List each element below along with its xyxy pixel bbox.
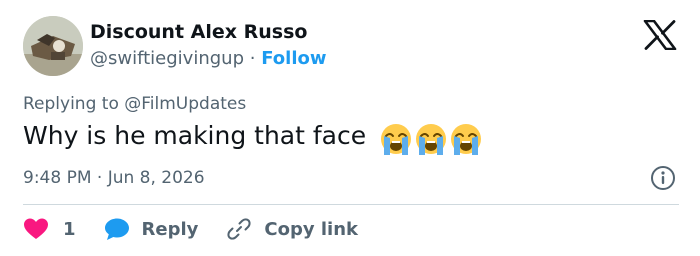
emoji-group	[380, 122, 482, 158]
author-display-name[interactable]: Discount Alex Russo	[90, 21, 307, 43]
copy-link-label: Copy link	[264, 218, 358, 240]
loudly-crying-face-icon	[416, 124, 446, 155]
loudly-crying-face-icon	[451, 124, 481, 155]
like-count: 1	[63, 218, 76, 240]
handle-separator: ·	[249, 48, 256, 69]
avatar-image	[23, 16, 83, 76]
author-handle-line: @swiftiegivingup · Follow	[90, 48, 327, 69]
speech-bubble-icon	[104, 218, 129, 240]
copy-link-button[interactable]: Copy link	[226, 216, 358, 242]
tweet-embed-card: Discount Alex Russo @swiftiegivingup · F…	[0, 0, 700, 256]
action-bar: 1 Reply Copy link	[23, 213, 358, 245]
author-handle[interactable]: @swiftiegivingup	[90, 48, 244, 69]
loudly-crying-face-icon	[381, 124, 411, 155]
x-logo-icon[interactable]	[643, 19, 677, 51]
tweet-text: Why is he making that face	[23, 121, 367, 150]
info-icon[interactable]	[650, 165, 676, 191]
follow-button[interactable]: Follow	[261, 48, 326, 69]
tweet-timestamp[interactable]: 9:48 PM · Jun 8, 2026	[23, 168, 205, 188]
heart-icon	[24, 218, 48, 239]
reply-mention-link[interactable]: @FilmUpdates	[124, 94, 246, 114]
avatar[interactable]	[23, 16, 83, 76]
reply-button[interactable]: Reply	[104, 217, 199, 241]
reply-prefix: Replying to	[23, 94, 119, 114]
reply-label: Reply	[141, 218, 199, 240]
divider	[23, 204, 679, 205]
reply-context: Replying to @FilmUpdates	[23, 94, 246, 114]
link-icon	[227, 218, 251, 240]
like-button[interactable]: 1	[23, 217, 76, 241]
